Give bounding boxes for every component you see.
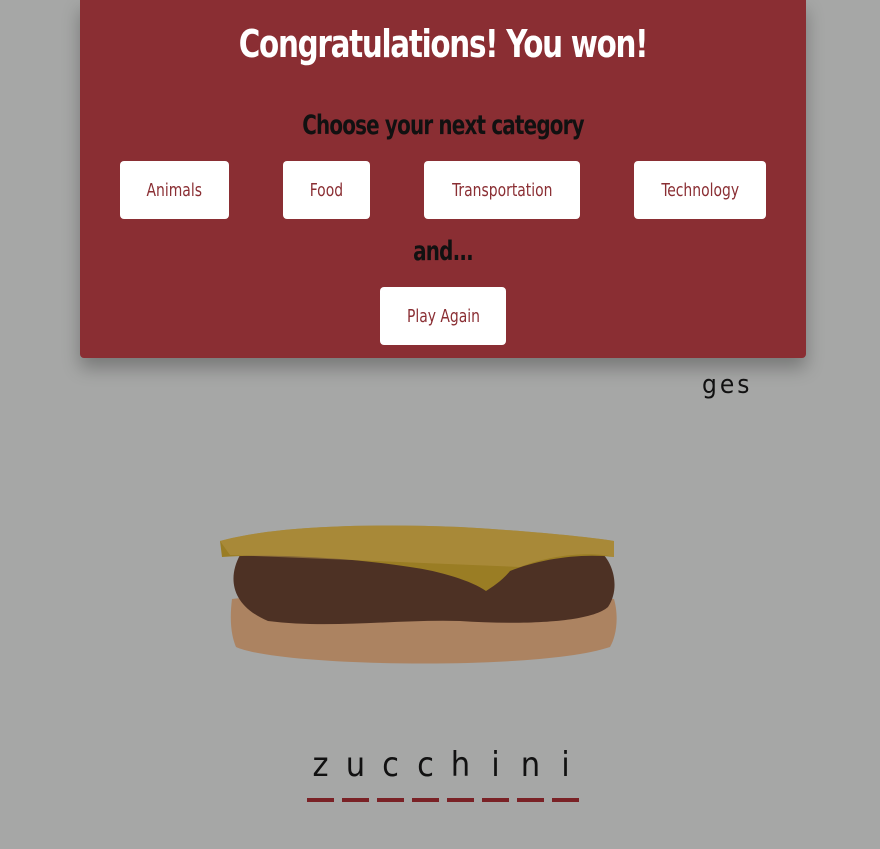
letter: n bbox=[520, 745, 541, 785]
category-button-technology[interactable]: Technology bbox=[634, 161, 766, 219]
letter-slot: c bbox=[412, 742, 439, 802]
letter-slot: u bbox=[342, 742, 369, 802]
category-button-transportation[interactable]: Transportation bbox=[424, 161, 580, 219]
letter-underline bbox=[377, 798, 404, 802]
letter-slot: h bbox=[447, 742, 474, 802]
play-again-label: Play Again bbox=[406, 305, 480, 327]
letter-slot: c bbox=[377, 742, 404, 802]
letter-underline bbox=[342, 798, 369, 802]
category-label: Food bbox=[309, 179, 344, 201]
letter: c bbox=[382, 745, 399, 785]
letter-underline bbox=[552, 798, 579, 802]
cheeseburger-icon bbox=[210, 515, 622, 679]
category-label: Animals bbox=[146, 179, 203, 201]
win-modal: Congratulations! You won! Choose your ne… bbox=[80, 0, 806, 358]
category-button-animals[interactable]: Animals bbox=[120, 161, 229, 219]
letter-underline bbox=[482, 798, 509, 802]
win-title: Congratulations! You won! bbox=[238, 22, 649, 66]
letter-underline bbox=[412, 798, 439, 802]
hint-text: ges bbox=[702, 370, 753, 400]
letter: u bbox=[345, 745, 366, 785]
letter: h bbox=[450, 745, 471, 785]
letter: i bbox=[491, 745, 500, 785]
letter: z bbox=[312, 745, 329, 785]
letter-underline bbox=[517, 798, 544, 802]
letter-slot: i bbox=[482, 742, 509, 802]
letter-underline bbox=[307, 798, 334, 802]
category-label: Technology bbox=[661, 179, 739, 201]
category-prompt: Choose your next category bbox=[302, 110, 584, 141]
letter: i bbox=[561, 745, 570, 785]
connector-text: and... bbox=[413, 236, 473, 267]
letter-slot: n bbox=[517, 742, 544, 802]
letter: c bbox=[417, 745, 434, 785]
word-display: z u c c h i n i bbox=[302, 742, 587, 804]
category-label: Transportation bbox=[451, 179, 553, 201]
letter-slot: z bbox=[307, 742, 334, 802]
letter-underline bbox=[447, 798, 474, 802]
play-again-button[interactable]: Play Again bbox=[380, 287, 506, 345]
category-button-food[interactable]: Food bbox=[283, 161, 370, 219]
letter-slot: i bbox=[552, 742, 579, 802]
